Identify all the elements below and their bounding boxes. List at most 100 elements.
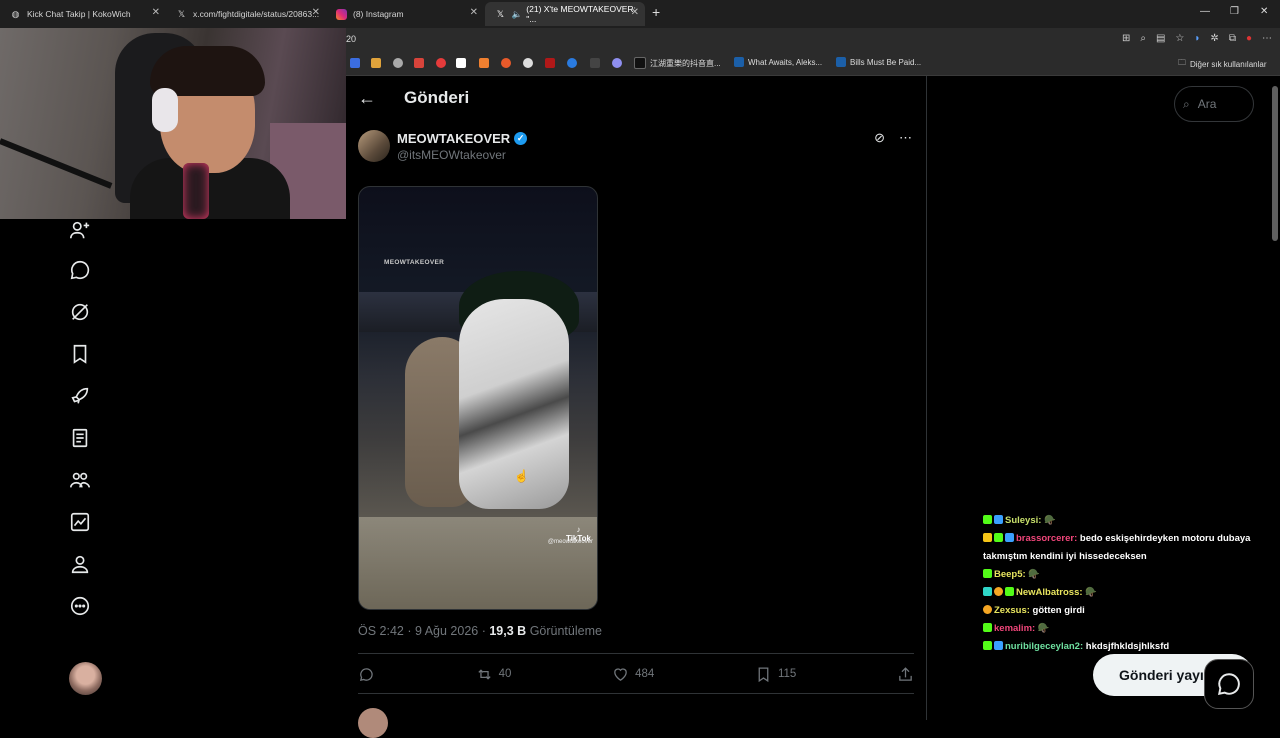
tab-kick-chat[interactable]: ◍ Kick Chat Takip | KokoWich ✕ [0, 2, 166, 26]
follow-icon[interactable] [69, 219, 91, 241]
chat-text: 🪖 [1044, 515, 1056, 526]
speaker-icon[interactable]: 🔈 [512, 9, 523, 20]
bookmark-icon[interactable] [612, 58, 622, 68]
repost-button[interactable]: 40 [476, 666, 511, 683]
sub-badge-icon [994, 515, 1003, 524]
steam-icon [836, 57, 846, 67]
author-name-text: MEOWTAKEOVER [397, 131, 511, 146]
chat-username: nuribilgeceylan2: [1005, 641, 1084, 652]
bookmark-icon[interactable] [501, 58, 511, 68]
bookmark-icon[interactable] [545, 58, 555, 68]
author-handle[interactable]: @itsMEOWtakeover [397, 148, 506, 162]
new-tab-button[interactable]: + [652, 4, 660, 20]
bookmark-bills[interactable]: Bills Must Be Paid... [836, 57, 921, 67]
puzzle-icon[interactable]: ✲ [1210, 33, 1218, 44]
video-curb [359, 517, 597, 609]
bookmark-icon[interactable] [350, 58, 360, 68]
post-time[interactable]: ÖS 2:42 [358, 624, 404, 638]
bookmark-icon[interactable] [567, 58, 577, 68]
bookmark-count: 115 [777, 668, 797, 680]
chat-username: kemalim: [994, 623, 1036, 634]
close-window-button[interactable]: ✕ [1260, 6, 1268, 17]
bookmark-label: Bills Must Be Paid... [850, 57, 922, 67]
globe-icon: ◍ [11, 8, 20, 19]
bookmark-icon[interactable] [590, 58, 600, 68]
kick-badge-icon [1005, 587, 1014, 596]
bookmark-button[interactable]: 115 [755, 666, 796, 683]
zoom-icon[interactable]: ⌕ [1140, 33, 1146, 44]
post-date[interactable]: 9 Ağu 2026 [415, 624, 478, 638]
star-icon[interactable]: ☆ [1175, 33, 1184, 44]
analytics-icon[interactable] [69, 511, 91, 533]
bookmark-icon[interactable] [523, 58, 533, 68]
chat-text: 🪖 [1028, 569, 1041, 580]
divider [358, 693, 914, 694]
reader-icon[interactable]: ▤ [1156, 33, 1165, 44]
right-sidebar: ⌕ Ara Suleysi: 🪖 brassorcerer: bedo eski… [927, 76, 1280, 720]
maximize-button[interactable]: ❐ [1230, 6, 1239, 17]
address-bar[interactable]: 20 ⊞ ⌕ ▤ ☆ ◗ ✲ ⧉ ● ⋯ [346, 28, 1280, 52]
profile-icon[interactable]: ● [1246, 33, 1252, 44]
communities-icon[interactable] [69, 469, 91, 491]
like-count: 484 [635, 668, 655, 680]
reply-button[interactable] [358, 666, 375, 683]
chat-message: kemalim: 🪖 [983, 620, 1263, 638]
kick-badge-icon [994, 533, 1003, 542]
close-icon[interactable]: ✕ [631, 7, 639, 18]
bookmark-tiktok[interactable]: 江湖重樂的抖音直... [634, 57, 721, 69]
rocket-icon[interactable] [69, 385, 91, 407]
grid-icon[interactable]: ⊞ [1122, 33, 1130, 44]
bookmark-what-awaits[interactable]: What Awaits, Aleks... [734, 57, 822, 67]
tiktok-icon [634, 57, 646, 69]
bookmarks-folder[interactable]: 🗀 Diğer sık kullanılanlar [1178, 57, 1266, 71]
x-logo-icon: 𝕏 [177, 8, 186, 19]
chat-text: 🪖 [1085, 587, 1097, 598]
kick-badge-icon [983, 623, 992, 632]
bookmark-icon[interactable] [393, 58, 403, 68]
grok-icon[interactable]: ⊘ [874, 130, 885, 146]
bookmark-icon[interactable] [456, 58, 466, 68]
tiktok-handle: @meowtakeover [547, 539, 593, 545]
views-label: Görüntüleme [529, 624, 602, 638]
collections-icon[interactable]: ⧉ [1229, 33, 1236, 44]
more-icon[interactable]: ⋯ [1262, 33, 1272, 44]
grok-icon[interactable] [69, 301, 91, 323]
close-icon[interactable]: ✕ [152, 7, 160, 18]
bookmark-icon[interactable] [436, 58, 446, 68]
close-icon[interactable]: ✕ [470, 7, 478, 18]
post-top-actions: ⊘ ⋯ [874, 130, 912, 146]
author-avatar[interactable] [358, 130, 390, 162]
search-input[interactable]: ⌕ Ara [1174, 86, 1254, 122]
scrollbar[interactable] [1272, 86, 1278, 241]
minimize-button[interactable]: — [1200, 6, 1210, 17]
bookmark-icon[interactable] [479, 58, 489, 68]
account-avatar[interactable] [69, 662, 102, 695]
messages-button[interactable] [1204, 659, 1254, 709]
chat-username: Beep5: [994, 569, 1026, 580]
message-icon [1218, 673, 1240, 695]
tab-meowtakeover[interactable]: 𝕏 🔈 (21) X'te MEOWTAKEOVER: "... ✕ [485, 2, 645, 26]
bookmark-icon[interactable] [371, 58, 381, 68]
share-button[interactable] [897, 666, 914, 683]
extension-icon[interactable]: ◗ [1194, 33, 1200, 44]
tab-fightdigitale[interactable]: 𝕏 x.com/fightdigitale/status/20863... ✕ [166, 2, 326, 26]
lists-icon[interactable] [69, 427, 91, 449]
chat-text: götten girdi [1032, 605, 1085, 616]
chat-text: 🪖 [1037, 623, 1050, 634]
close-icon[interactable]: ✕ [312, 7, 320, 18]
more-icon[interactable] [69, 595, 91, 617]
bookmark-icon[interactable] [69, 343, 91, 365]
more-options-icon[interactable]: ⋯ [899, 130, 912, 146]
tab-instagram[interactable]: (8) Instagram ✕ [326, 2, 484, 26]
bookmark-label: What Awaits, Aleks... [748, 57, 823, 67]
author-name[interactable]: MEOWTAKEOVER ✓ [397, 131, 528, 146]
search-placeholder: Ara [1197, 97, 1217, 111]
back-arrow-icon[interactable]: ← [358, 88, 376, 109]
post-video[interactable]: MEOWTAKEOVER ♪ TikTok @meowtakeover ☝ [358, 186, 598, 610]
chat-icon[interactable] [69, 259, 91, 281]
bookmark-icon[interactable] [414, 58, 424, 68]
post-button-label: Gönderi yayı [1119, 667, 1204, 683]
like-button[interactable]: 484 [612, 666, 654, 683]
steam-icon [734, 57, 744, 67]
profile-icon[interactable] [69, 553, 91, 575]
